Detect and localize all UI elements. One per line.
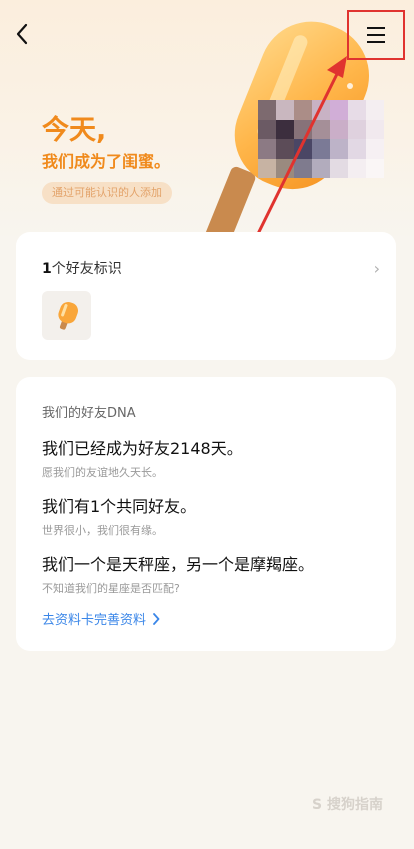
fact-sub: 世界很小，我们很有缘。	[42, 524, 163, 537]
friend-badges-title: 1个好友标识	[42, 258, 122, 278]
hero-subtitle: 我们成为了闺蜜。	[42, 152, 171, 171]
fact-sub: 愿我们的友谊地久天长。	[42, 466, 163, 479]
friend-badges-card: 1个好友标识 ›	[16, 232, 396, 360]
complete-profile-link-label: 去资料卡完善资料	[42, 613, 147, 628]
hero-title: 今天,	[42, 115, 107, 146]
back-arrow-icon	[16, 23, 28, 45]
friend-badges-row[interactable]: 1个好友标识 ›	[42, 257, 380, 279]
menu-icon	[367, 27, 385, 43]
fact-sub: 不知道我们的星座是否匹配?	[42, 582, 180, 595]
fact-main: 我们有1个共同好友。	[42, 497, 197, 516]
friend-dna-card: 我们的好友DNA 我们已经成为好友2148天。 愿我们的友谊地久天长。 我们有1…	[16, 377, 396, 651]
chevron-right-icon	[153, 612, 160, 625]
fact-main: 我们一个是天秤座，另一个是摩羯座。	[42, 555, 315, 574]
menu-button[interactable]	[347, 10, 405, 60]
fact-main: 我们已经成为好友2148天。	[42, 439, 243, 458]
dna-fact: 我们已经成为好友2148天。 愿我们的友谊地久天长。	[42, 435, 243, 480]
source-tag: 通过可能认识的人添加	[42, 182, 172, 204]
chevron-right-icon: ›	[373, 258, 380, 278]
back-button[interactable]	[8, 18, 36, 50]
popsicle-badge-icon	[57, 301, 78, 330]
popsicle-badge[interactable]	[42, 291, 91, 340]
badge-label: 个好友标识	[51, 261, 122, 277]
friend-avatar-blurred	[258, 100, 384, 178]
watermark: S 搜狗指南	[312, 797, 383, 813]
dna-fact: 我们有1个共同好友。 世界很小，我们很有缘。	[42, 493, 196, 538]
badge-count: 1	[42, 261, 52, 277]
dna-fact: 我们一个是天秤座，另一个是摩羯座。 不知道我们的星座是否匹配?	[42, 551, 314, 596]
dna-title: 我们的好友DNA	[42, 406, 136, 421]
complete-profile-link[interactable]: 去资料卡完善资料	[42, 609, 160, 628]
